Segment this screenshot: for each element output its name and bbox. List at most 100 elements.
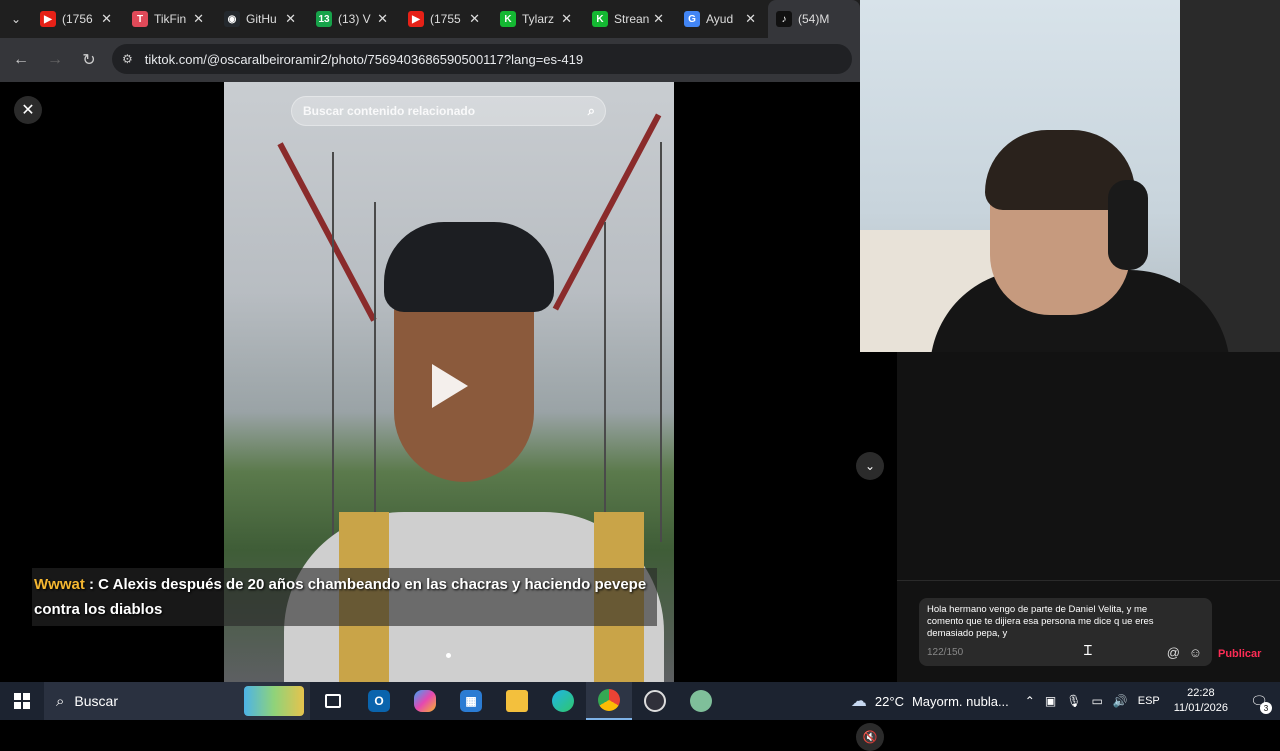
tiktok-viewer: ✕ Buscar contenido relacionado ⌕ Wwwat :… <box>0 82 884 751</box>
edge-button[interactable] <box>540 682 586 720</box>
chevron-up-icon[interactable]: ⌃ <box>1025 694 1035 708</box>
tab-close-icon[interactable]: ✕ <box>377 11 388 27</box>
camera-icon[interactable]: ▣ <box>1045 694 1056 708</box>
mute-button[interactable]: 🔇 <box>856 723 884 751</box>
reload-button[interactable]: ↻ <box>72 43 106 77</box>
language-indicator[interactable]: ESP <box>1138 695 1160 707</box>
browser-tab[interactable]: K Tylarz ✕ <box>492 0 584 38</box>
tab-label: (1756 <box>62 12 93 26</box>
copilot-button[interactable] <box>402 682 448 720</box>
tab-close-icon[interactable]: ✕ <box>193 11 204 27</box>
tab-favicon-icon: T <box>132 11 148 27</box>
browser-tab[interactable]: K Strean ✕ <box>584 0 676 38</box>
close-icon: ✕ <box>21 102 35 119</box>
tab-close-icon[interactable]: ✕ <box>653 11 664 27</box>
tab-label: TikFin <box>154 12 187 26</box>
forward-button[interactable]: → <box>38 43 72 77</box>
windows-icon <box>14 693 30 709</box>
site-info-icon[interactable]: ⚙ <box>122 52 133 66</box>
tab-label: GitHu <box>246 12 277 26</box>
publish-button[interactable]: Publicar <box>1218 648 1261 660</box>
browser-tab[interactable]: 13 (13) V ✕ <box>308 0 400 38</box>
tab-favicon-icon: K <box>500 11 516 27</box>
cloud-icon[interactable]: ☁ <box>851 691 867 711</box>
comment-input[interactable]: Hola hermano vengo de parte de Daniel Ve… <box>919 598 1212 666</box>
temperature[interactable]: 22°C <box>875 694 904 709</box>
bridge-wire <box>660 142 662 542</box>
tab-favicon-icon: ◉ <box>224 11 240 27</box>
next-post-button[interactable]: ⌄ <box>856 452 884 480</box>
tab-close-icon[interactable]: ✕ <box>285 11 296 27</box>
tab-label: (54)M <box>798 12 830 26</box>
speaker-muted-icon: 🔇 <box>862 730 878 744</box>
tab-close-icon[interactable]: ✕ <box>561 11 572 27</box>
search-icon[interactable]: ⌕ <box>588 103 595 119</box>
chrome-button[interactable] <box>586 682 632 720</box>
browser-tab[interactable]: T TikFin ✕ <box>124 0 216 38</box>
task-view-icon <box>325 694 341 708</box>
related-search-input[interactable]: Buscar contenido relacionado ⌕ <box>291 96 606 126</box>
bridge-cable-left <box>277 142 377 322</box>
notification-count: 3 <box>1260 702 1272 714</box>
bridge-wire <box>332 152 334 552</box>
tab-search-button[interactable]: ⌄ <box>0 0 32 38</box>
clock[interactable]: 22:28 11/01/2026 <box>1174 686 1228 716</box>
chevron-down-icon: ⌄ <box>864 459 876 473</box>
microphone-icon[interactable]: 🎙 <box>1066 694 1081 708</box>
clock-date: 11/01/2026 <box>1173 702 1228 714</box>
webcam-overlay <box>860 0 1280 352</box>
browser-tab[interactable]: G Ayud ✕ <box>676 0 768 38</box>
carousel-dot[interactable] <box>446 653 451 658</box>
browser-tab[interactable]: ▶ (1755 ✕ <box>400 0 492 38</box>
webcam-headset <box>1108 180 1148 270</box>
tab-label: Strean <box>614 12 650 26</box>
tab-favicon-icon: ♪ <box>776 11 792 27</box>
obs-button[interactable] <box>632 682 678 720</box>
tab-label: Tylarz <box>522 12 555 26</box>
comments-panel: Hola hermano vengo de parte de Daniel Ve… <box>897 352 1280 682</box>
taskbar-search-label: Buscar <box>74 693 118 709</box>
emoji-icon[interactable]: ☺ <box>1189 645 1202 660</box>
reload-icon: ↻ <box>82 52 96 69</box>
tab-close-icon[interactable]: ✕ <box>101 11 112 27</box>
text-cursor-icon: Ɪ <box>1084 642 1092 658</box>
copilot-icon <box>414 690 436 712</box>
obs-icon <box>644 690 666 712</box>
tab-label: (1755 <box>430 12 461 26</box>
browser-window: ⌄ ▶ (1756 ✕ T TikFin ✕ ◉ GitHu ✕ 13 (13) V ✕ ▶ (1755 ✕… <box>0 0 860 82</box>
tab-favicon-icon: ▶ <box>408 11 424 27</box>
system-tray: ☁ 22°C Mayorm. nubla... ⌃ ▣ 🎙 ▭ 🔊 ESP 22… <box>851 682 1280 720</box>
outlook-button[interactable]: O <box>356 682 402 720</box>
browser-tab[interactable]: ◉ GitHu ✕ <box>216 0 308 38</box>
folder-icon <box>506 690 528 712</box>
outlook-icon: O <box>368 690 390 712</box>
back-button[interactable]: ← <box>4 43 38 77</box>
play-icon[interactable] <box>432 364 468 408</box>
edge-icon <box>552 690 574 712</box>
chrome-icon <box>598 689 620 711</box>
mention-icon[interactable]: @ <box>1167 645 1180 660</box>
tab-favicon-icon: ▶ <box>40 11 56 27</box>
weather-text[interactable]: Mayorm. nubla... <box>912 694 1009 709</box>
tab-favicon-icon: 13 <box>316 11 332 27</box>
tab-close-icon[interactable]: ✕ <box>745 11 756 27</box>
app-button[interactable] <box>678 682 724 720</box>
chevron-down-icon: ⌄ <box>10 12 22 26</box>
tab-close-icon[interactable]: ✕ <box>469 11 480 27</box>
address-bar[interactable]: ⚙ tiktok.com/@oscaralbeiroramir2/photo/7… <box>112 44 852 74</box>
browser-tab[interactable]: ▶ (1756 ✕ <box>32 0 124 38</box>
notification-button[interactable]: 🗨 3 <box>1244 686 1274 716</box>
task-view-button[interactable] <box>310 682 356 720</box>
store-button[interactable]: ▦ <box>448 682 494 720</box>
start-button[interactable] <box>0 682 44 720</box>
tab-label: (13) V <box>338 12 371 26</box>
network-icon[interactable]: ▭ <box>1091 694 1102 708</box>
file-explorer-button[interactable] <box>494 682 540 720</box>
browser-tab[interactable]: ♪ (54)M <box>768 0 860 38</box>
volume-icon[interactable]: 🔊 <box>1113 694 1128 708</box>
comment-text: Hola hermano vengo de parte de Daniel Ve… <box>927 604 1154 639</box>
taskbar-search[interactable]: ⌕ Buscar <box>44 682 310 720</box>
person-hair <box>384 222 554 312</box>
close-button[interactable]: ✕ <box>14 96 42 124</box>
parrot-icon <box>690 690 712 712</box>
